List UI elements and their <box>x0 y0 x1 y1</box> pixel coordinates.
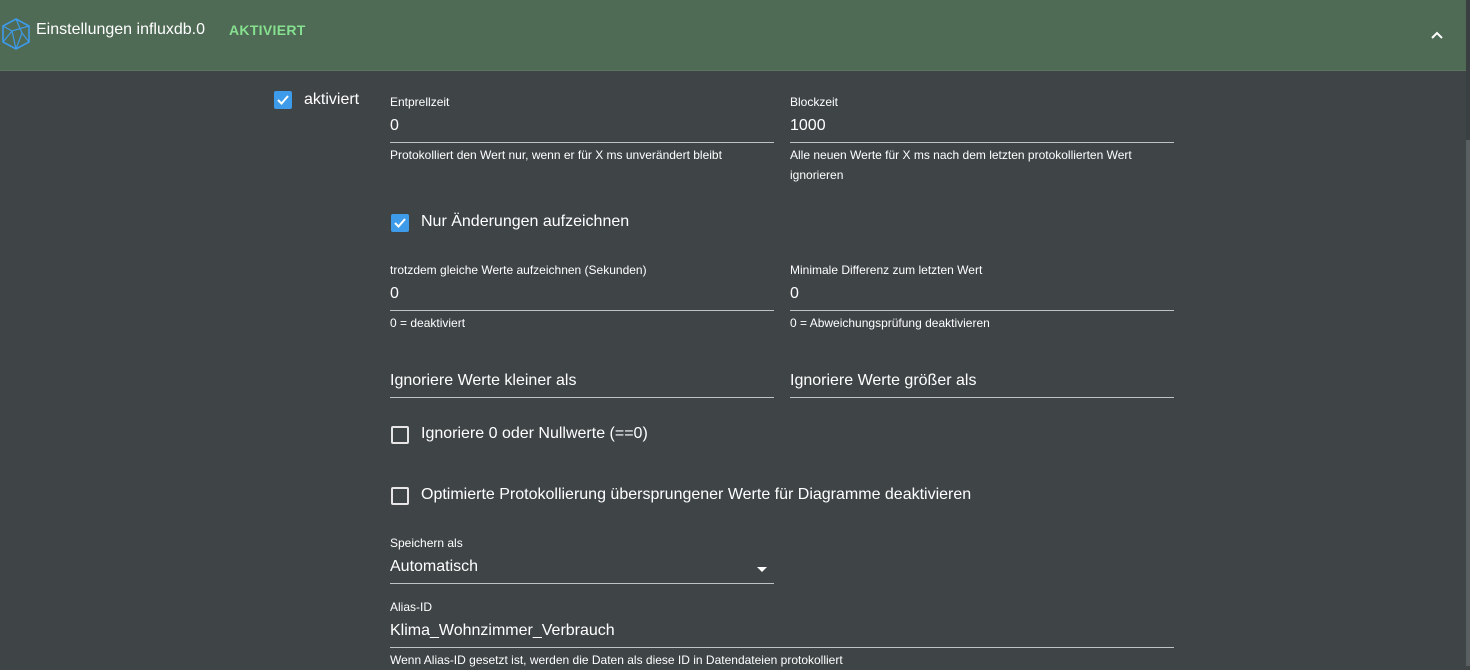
disable-skipped-checkbox[interactable] <box>391 487 409 505</box>
blocktime-label: Blockzeit <box>790 95 839 109</box>
dropdown-arrow-icon[interactable] <box>757 567 767 572</box>
store-as-select[interactable]: Automatisch <box>390 554 774 584</box>
blocktime-help: Alle neuen Werte für X ms nach dem letzt… <box>790 148 1132 182</box>
blocktime-input[interactable]: 1000 <box>790 113 1174 143</box>
chevron-up-icon[interactable] <box>1426 24 1448 46</box>
ignore-above-input[interactable]: Ignoriere Werte größer als <box>790 368 1174 398</box>
ignore-below-input[interactable]: Ignoriere Werte kleiner als <box>390 368 774 398</box>
ignore-below-placeholder: Ignoriere Werte kleiner als <box>390 372 577 389</box>
min-delta-input[interactable]: 0 <box>790 281 1174 311</box>
min-delta-help: 0 = Abweichungsprüfung deaktivieren <box>790 316 990 330</box>
debounce-label: Entprellzeit <box>390 95 450 109</box>
settings-title: Einstellungen influxdb.0 <box>36 21 206 38</box>
ignore-zero-label: Ignoriere 0 oder Nullwerte (==0) <box>421 425 648 442</box>
alias-id-label: Alias-ID <box>390 600 433 614</box>
disable-skipped-label: Optimierte Protokollierung übersprungene… <box>421 486 972 503</box>
enabled-label: aktiviert <box>304 91 360 108</box>
scrollbar-thumb[interactable] <box>1466 140 1470 666</box>
scrollbar[interactable] <box>1466 0 1470 666</box>
alias-id-input[interactable]: Klima_Wohnzimmer_Verbrauch <box>390 618 1174 648</box>
debounce-input[interactable]: 0 <box>390 113 774 143</box>
settings-header[interactable]: Einstellungen influxdb.0 AKTIVIERT <box>0 0 1466 71</box>
ignore-above-placeholder: Ignoriere Werte größer als <box>790 372 977 389</box>
checkmark-icon <box>277 95 289 105</box>
debounce-help: Protokolliert den Wert nur, wenn er für … <box>390 148 722 162</box>
changes-relog-input[interactable]: 0 <box>390 281 774 311</box>
min-delta-label: Minimale Differenz zum letzten Wert <box>790 263 983 277</box>
alias-id-help: Wenn Alias-ID gesetzt ist, werden die Da… <box>390 653 843 667</box>
enabled-checkbox[interactable] <box>274 91 292 109</box>
changes-relog-help: 0 = deaktiviert <box>390 316 466 330</box>
store-as-value: Automatisch <box>390 558 479 575</box>
status-badge: AKTIVIERT <box>229 22 306 38</box>
changes-only-label: Nur Änderungen aufzeichnen <box>421 213 630 230</box>
changes-relog-label: trotzdem gleiche Werte aufzeichnen (Seku… <box>390 263 647 277</box>
changes-only-checkbox[interactable] <box>391 214 409 232</box>
checkmark-icon <box>394 218 406 228</box>
store-as-label: Speichern als <box>390 536 463 550</box>
influxdb-cube-icon <box>0 17 32 51</box>
ignore-zero-checkbox[interactable] <box>391 426 409 444</box>
